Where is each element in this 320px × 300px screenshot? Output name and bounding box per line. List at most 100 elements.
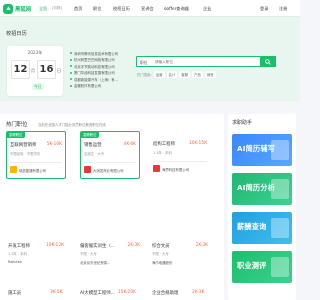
career-assistant-panel: 求职助手 AI简历辅写 AI简历分析 薪酬查询 职业测评 (228, 114, 296, 300)
company-name: 海思科技有限公司 (162, 168, 190, 172)
nav-item-seminar[interactable]: 宣讲会 (141, 6, 154, 12)
side-panel-title: 求职助手 (232, 120, 253, 126)
search-button[interactable] (260, 56, 276, 67)
logo-icon (3, 3, 13, 14)
bullet-icon (70, 52, 72, 55)
job-title[interactable]: 施工员 (8, 290, 21, 296)
bullet-icon (70, 84, 72, 87)
job-salary: 2K-3K (192, 290, 205, 295)
coin-icon (271, 218, 289, 238)
job-title[interactable]: AI大模型工程师... (80, 290, 115, 296)
nav-item-offer-query[interactable]: ooffer查询器 (164, 6, 189, 12)
job-requirements: 1-3年 · 本科 (153, 151, 172, 155)
chart-icon (271, 179, 289, 199)
document-icon (271, 140, 289, 160)
job-requirements: 不限 · 大专 (80, 252, 97, 256)
bullet-icon (70, 71, 72, 74)
promo-label: 职业测评 (237, 261, 267, 270)
job-salary: 2K-3K (127, 243, 140, 248)
hot-search-tag[interactable]: 会计 (166, 71, 178, 78)
promo-label: AI简历辅写 (237, 144, 276, 153)
company-name: Rakuten (8, 260, 22, 264)
job-title: 互联网营销师 (10, 143, 37, 148)
calendar-year: 2023年 (27, 50, 43, 55)
login-link[interactable]: 登录 (260, 6, 268, 12)
job-card[interactable]: 急聘职位 互联网营销师 5K-10K 不限经验 · 不限学历 瑞信盈通有限公司 (6, 131, 66, 179)
logo[interactable]: 黑狐网 (3, 3, 31, 14)
search-icon (265, 58, 271, 65)
job-salary: 5K-10K (46, 142, 62, 147)
day-unit: 日 (57, 68, 61, 73)
today-badge: 今日 (32, 83, 44, 90)
hot-search-label: 热门搜索: (137, 73, 152, 77)
job-title: 结构工程师 (153, 142, 175, 147)
job-title[interactable]: 企业合规助理 (152, 290, 178, 296)
promo-label: AI简历分析 (237, 183, 276, 192)
feed-item[interactable]: 金蝶软件有限公司 (70, 83, 175, 90)
hot-search-tag[interactable]: 客服 (179, 71, 191, 78)
city-selector[interactable]: 全国 (39, 6, 47, 12)
bullet-icon (70, 78, 72, 81)
job-salary: 10K-12K (45, 243, 64, 248)
job-requirements: 应届生 · 大专 (84, 152, 105, 156)
calendar-widget[interactable]: 2023年 12 月 16 日 今日 (7, 46, 63, 96)
search-input[interactable] (155, 58, 241, 66)
company-name: 大润发商业有限公司 (93, 169, 124, 173)
calendar-month: 12 (11, 60, 30, 79)
urgent-badge: 急聘职位 (81, 132, 99, 138)
job-salary: 2K-3K (195, 243, 208, 248)
company-name: 海尔电器股份 (152, 261, 173, 265)
job-title: 偏客服实训生（... (80, 244, 115, 249)
section-subtitle: 当前在全国人才门槛业务员职位薪资职位在线 (38, 123, 106, 127)
divider (10, 162, 62, 163)
job-row-item[interactable]: 综合文员 2K-3K 不限 · 大专 海尔电器股份 (152, 243, 208, 271)
job-salary: 4K-6K (123, 142, 136, 147)
job-row-item[interactable]: 开发工程师 10K-12K 1-3年 · 本科 Rakuten (8, 243, 64, 271)
job-title: 开发工程师 (8, 244, 30, 249)
job-requirements: 不限经验 · 不限学历 (10, 152, 41, 156)
search-category-select[interactable]: 职位 (140, 60, 148, 66)
job-requirements: 不限 · 大专 (152, 252, 169, 256)
hot-search-tag[interactable]: 运营 (153, 71, 165, 78)
month-unit: 月 (31, 68, 35, 73)
ai-resume-analysis-card[interactable]: AI简历分析 (232, 173, 292, 205)
company-logo (10, 166, 17, 173)
calendar-day: 16 (37, 60, 56, 79)
hot-searches: 热门搜索: 运营 会计 客服 产品 销售 (137, 71, 218, 78)
hero-title: 校招日历 (6, 31, 27, 37)
job-title: 销售运营 (84, 143, 102, 148)
brand-name: 黑狐网 (15, 6, 32, 13)
job-requirements: 1-3年 · 本科 (8, 252, 27, 256)
company-logo (153, 165, 160, 172)
bullet-icon (70, 58, 72, 61)
job-row-item[interactable]: 偏客服实训生（... 2K-3K 不限 · 大专 北京京东世纪贸易... (80, 243, 140, 271)
company-logo (84, 166, 91, 173)
job-salary: 3K-5K (50, 290, 63, 295)
nav-item-home[interactable]: 首页 (74, 6, 82, 12)
person-icon (271, 257, 289, 277)
nav-item-jobs[interactable]: 职位 (93, 6, 101, 12)
section-title: 热门职位 (6, 122, 28, 128)
search-bar: 职位 (136, 56, 276, 67)
salary-query-card[interactable]: 薪酬查询 (232, 212, 292, 244)
top-nav: 黑狐网 全国 [切换] 首页 职位 校招日历 宣讲会 ooffer查询器 企业 … (0, 0, 300, 17)
promo-label: 薪酬查询 (237, 222, 267, 231)
divider (153, 161, 207, 162)
ai-resume-writer-card[interactable]: AI简历辅写 (232, 134, 292, 166)
divider (84, 162, 136, 163)
job-card[interactable]: 急聘职位 销售运营 4K-6K 应届生 · 大专 大润发商业有限公司 (80, 131, 140, 179)
nav-item-campus-calendar[interactable]: 校招日历 (113, 6, 130, 12)
hot-search-tag[interactable]: 销售 (204, 71, 216, 78)
job-card[interactable]: 结构工程师 10K-15K 1-3年 · 本科 海思科技有限公司 (150, 131, 210, 179)
register-link[interactable]: 注册 (279, 6, 287, 12)
company-name: 北京京东世纪贸易... (80, 261, 111, 265)
job-salary: 15K-20K (118, 290, 137, 295)
city-switch-link[interactable]: [切换] (52, 6, 62, 11)
company-name: 瑞信盈通有限公司 (19, 169, 47, 173)
career-assessment-card[interactable]: 职业测评 (232, 251, 292, 283)
hot-search-tag[interactable]: 产品 (192, 71, 203, 78)
job-salary: 10K-15K (188, 141, 207, 146)
job-title: 综合文员 (152, 244, 170, 249)
nav-item-company[interactable]: 企业 (203, 6, 211, 12)
urgent-badge: 急聘职位 (7, 132, 25, 138)
